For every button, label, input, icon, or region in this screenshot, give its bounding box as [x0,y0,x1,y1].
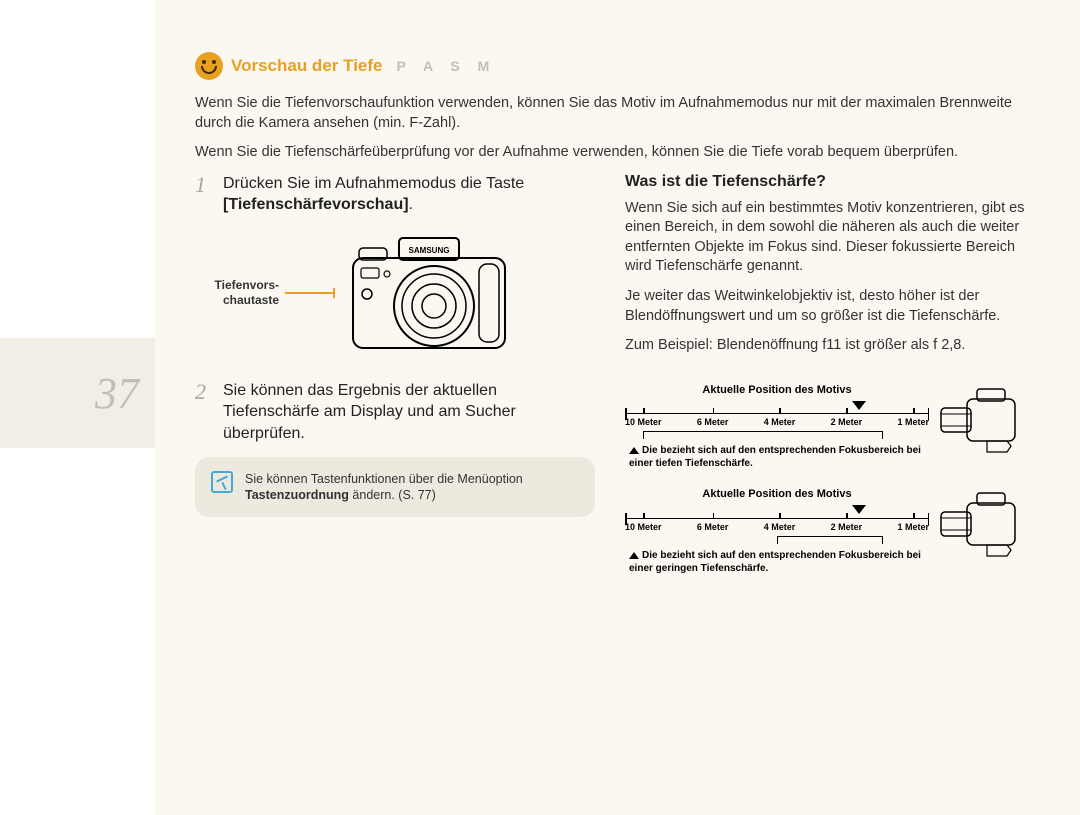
distance-scale-2: 10 Meter 6 Meter 4 Meter 2 Meter 1 Meter [625,518,929,532]
smile-icon [195,52,223,80]
note-text: Sie können Tastenfunktionen über die Men… [245,471,579,504]
camera-side-illustration-1 [937,384,1025,454]
left-column: 1 Drücken Sie im Aufnahmemodus die Taste… [195,173,595,594]
step-2-text: Sie können das Ergebnis der aktuellen Ti… [223,380,595,445]
callout-leader-line [285,292,333,294]
svg-text:SAMSUNG: SAMSUNG [409,246,450,255]
camera-front-illustration: SAMSUNG [339,228,519,358]
camera-side-illustration-2 [937,488,1025,558]
step-1: 1 Drücken Sie im Aufnahmemodus die Taste… [195,173,595,216]
page-content: Vorschau der Tiefe P A S M Wenn Sie die … [195,52,1035,593]
right-column: Was ist die Tiefenschärfe? Wenn Sie sich… [625,173,1025,594]
section-title: Vorschau der Tiefe [231,56,382,76]
step-1-number: 1 [195,173,213,216]
intro-paragraph-2: Wenn Sie die Tiefenschärfeüberprüfung vo… [195,143,1035,163]
page-number: 37 [95,368,139,419]
diagram-deep-dof: Aktuelle Position des Motivs 10 Meter 6 … [625,384,1025,471]
subject-marker-1 [789,400,929,413]
dof-paragraph-2: Je weiter das Weitwinkelobjektiv ist, de… [625,287,1025,326]
mode-indicator: P A S M [396,58,496,74]
page-number-tab: 37 [0,338,155,448]
note-icon [211,471,233,493]
diagram-caption-deep: Die bezieht sich auf den entsprechenden … [629,445,929,470]
diagram-shallow-dof: Aktuelle Position des Motivs 10 Meter 6 … [625,488,1025,575]
step-2-number: 2 [195,380,213,445]
focus-range-deep [625,431,929,439]
intro-paragraph-1: Wenn Sie die Tiefenvorschaufunktion verw… [195,94,1035,133]
step-2: 2 Sie können das Ergebnis der aktuellen … [195,380,595,445]
camera-illustration-block: Tiefenvors- chautaste SAMSUNG [195,228,595,358]
focus-range-shallow [625,536,929,544]
intro-block: Wenn Sie die Tiefenvorschaufunktion verw… [195,94,1035,163]
distance-scale-1: 10 Meter 6 Meter 4 Meter 2 Meter 1 Meter [625,413,929,427]
diagram-caption-shallow: Die bezieht sich auf den entsprechenden … [629,550,929,575]
dof-paragraph-3: Zum Beispiel: Blendenöffnung f11 ist grö… [625,336,1025,356]
button-callout-label: Tiefenvors- chautaste [195,278,279,307]
diagram-title-1: Aktuelle Position des Motivs [625,384,929,396]
section-header: Vorschau der Tiefe P A S M [195,52,1035,80]
diagram-title-2: Aktuelle Position des Motivs [625,488,929,500]
dof-heading: Was ist die Tiefenschärfe? [625,173,1025,191]
note-box: Sie können Tastenfunktionen über die Men… [195,457,595,518]
dof-paragraph-1: Wenn Sie sich auf ein bestimmtes Motiv k… [625,199,1025,277]
subject-marker-2 [789,504,929,517]
step-1-text: Drücken Sie im Aufnahmemodus die Taste [… [223,173,595,216]
